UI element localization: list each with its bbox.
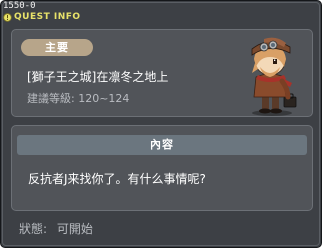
quest-name: [獅子王之城]在凛冬之地上 (27, 70, 169, 84)
quest-summary-panel: 主要 [獅子王之城]在凛冬之地上 建議等級: 120~124 (11, 29, 313, 117)
content-header: 內容 (17, 135, 307, 155)
quest-content-panel: 內容 反抗者J来找你了。有什么事情呢? (11, 125, 313, 211)
quest-dialogue-text: 反抗者J来找你了。有什么事情呢? (28, 172, 206, 186)
title-bar[interactable]: QUEST INFO (3, 10, 81, 24)
quest-category-badge: 主要 (21, 39, 93, 56)
window-title: QUEST INFO (14, 12, 81, 22)
status-label: 狀態: (19, 222, 48, 236)
quest-info-window: 1550-0 QUEST INFO 主要 [獅子王之城]在凛冬之地上 建議等級:… (0, 0, 322, 248)
npc-character-portrait (251, 37, 297, 116)
recommended-level: 建議等級: 120~124 (27, 92, 130, 105)
quest-status: 狀態: 可開始 (19, 220, 93, 237)
status-value: 可開始 (56, 222, 93, 236)
quest-info-icon (3, 12, 12, 22)
